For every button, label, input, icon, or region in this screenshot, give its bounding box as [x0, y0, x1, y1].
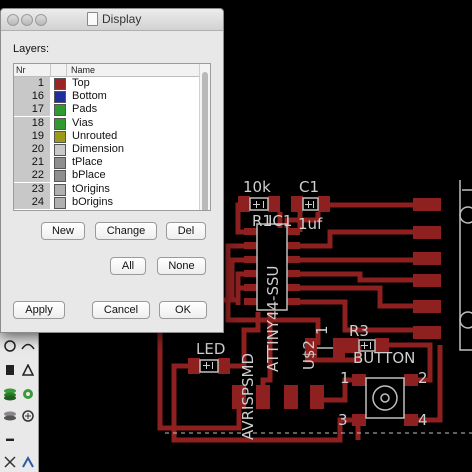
document-icon	[87, 12, 98, 26]
column-header-nr[interactable]: Nr	[16, 65, 26, 75]
label-pin2: 2	[418, 369, 428, 387]
layer-row[interactable]: 1 Top	[14, 77, 200, 90]
layer-row[interactable]: 22 bPlace	[14, 169, 200, 183]
all-button[interactable]: All	[110, 257, 146, 275]
layer-row[interactable]: 19 Unrouted	[14, 129, 200, 143]
layer-color-swatch	[54, 91, 66, 104]
layer-color-swatch	[54, 183, 66, 196]
layer-name: Bottom	[72, 90, 107, 103]
layer-number: 19	[14, 129, 50, 143]
label-ic1: IC1	[268, 212, 293, 230]
layer-color-swatch	[54, 78, 66, 90]
ok-button[interactable]: OK	[159, 301, 207, 319]
layers-scrollbar[interactable]	[199, 64, 210, 210]
layer-color-swatch	[54, 130, 66, 143]
layer-number: 23	[14, 182, 50, 196]
minimize-window-button[interactable]	[21, 14, 33, 26]
layer-number: 20	[14, 142, 50, 156]
layer-color-swatch	[54, 117, 66, 130]
label-c1-value: 1uf	[298, 215, 323, 233]
layer-color-swatch	[54, 170, 66, 183]
scrollbar-thumb[interactable]	[202, 72, 208, 210]
layer-row[interactable]: 20 Dimension	[14, 142, 200, 156]
layer-name: Dimension	[72, 142, 124, 155]
label-us2: U$2	[300, 339, 318, 370]
polygon-tool-icon[interactable]	[20, 362, 36, 378]
label-one: 1	[313, 325, 331, 335]
miter-icon[interactable]	[2, 454, 18, 470]
label-r3: R3	[349, 322, 369, 340]
del-button[interactable]: Del	[166, 222, 206, 240]
layer-row[interactable]: 21 tPlace	[14, 156, 200, 170]
layer-number: 22	[14, 169, 50, 183]
layers-table[interactable]: Nr Name 1 Top 16 Bottom 17 Pads 18 Vias 19 Unrout…	[13, 63, 211, 211]
signal-icon[interactable]	[2, 408, 18, 424]
layer-row[interactable]: 24 bOrigins	[14, 195, 200, 209]
label-led: LED	[196, 340, 226, 358]
apply-button[interactable]: Apply	[13, 301, 65, 319]
via-icon[interactable]	[20, 386, 36, 402]
display-dialog: Display Layers: Nr Name 1 Top 16 Bottom 17 Pa…	[0, 8, 224, 333]
layer-number: 18	[14, 116, 50, 130]
tool-palette: ▬	[0, 330, 39, 472]
label-10k: 10k	[243, 178, 271, 196]
column-header-name[interactable]: Name	[71, 65, 95, 75]
change-button[interactable]: Change	[95, 222, 157, 240]
layer-row[interactable]: 23 tOrigins	[14, 182, 200, 196]
label-pin4: 4	[418, 411, 428, 429]
layer-color-swatch	[54, 157, 66, 170]
layer-number: 16	[14, 90, 50, 104]
layer-row[interactable]: 18 Vias	[14, 116, 200, 130]
layer-color-swatch	[54, 104, 66, 117]
zoom-window-button[interactable]	[35, 14, 47, 26]
header-divider	[50, 64, 51, 76]
new-button[interactable]: New	[41, 222, 85, 240]
layer-number: 1	[14, 77, 50, 90]
dialog-title: Display	[102, 12, 142, 26]
layer-name: bPlace	[72, 169, 106, 182]
layer-stack-icon[interactable]	[2, 386, 18, 402]
text-tool-icon[interactable]: ▬	[2, 430, 18, 446]
close-window-button[interactable]	[7, 14, 19, 26]
cancel-button[interactable]: Cancel	[92, 301, 150, 319]
header-divider	[66, 64, 67, 76]
layer-number: 24	[14, 195, 50, 209]
label-pin3: 3	[338, 411, 348, 429]
layer-name: Vias	[72, 116, 94, 129]
layer-name: tOrigins	[72, 182, 110, 195]
layer-color-swatch	[54, 196, 66, 209]
layer-name: tPlace	[72, 156, 103, 169]
layer-name: bOrigins	[72, 195, 113, 208]
route-icon[interactable]	[20, 454, 36, 470]
rect-tool-icon[interactable]	[2, 362, 18, 378]
layer-name: Pads	[72, 103, 98, 116]
none-button[interactable]: None	[157, 257, 206, 275]
layer-name: Unrouted	[72, 129, 118, 142]
label-attiny: ATTINY44-SSU	[264, 265, 282, 373]
arc-tool-icon[interactable]	[20, 338, 36, 354]
layer-name: Top	[72, 77, 90, 89]
layer-number: 21	[14, 156, 50, 170]
layer-color-swatch	[54, 143, 66, 156]
layer-number: 17	[14, 103, 50, 117]
dialog-titlebar[interactable]: Display	[1, 9, 223, 31]
hole-icon[interactable]	[20, 408, 36, 424]
label-pin1: 1	[340, 369, 350, 387]
layer-rows: 1 Top 16 Bottom 17 Pads 18 Vias 19 Unrouted 20 Dime…	[14, 77, 200, 209]
table-header: Nr Name	[14, 64, 200, 77]
layer-row[interactable]: 16 Bottom	[14, 90, 200, 104]
layer-row[interactable]: 17 Pads	[14, 103, 200, 117]
layers-label: Layers:	[13, 43, 50, 55]
label-avrispsmd: AVRISPSMD	[239, 353, 257, 440]
label-button: BUTTON	[353, 349, 416, 367]
circle-tool-icon[interactable]	[2, 338, 18, 354]
label-c1: C1	[299, 178, 320, 196]
